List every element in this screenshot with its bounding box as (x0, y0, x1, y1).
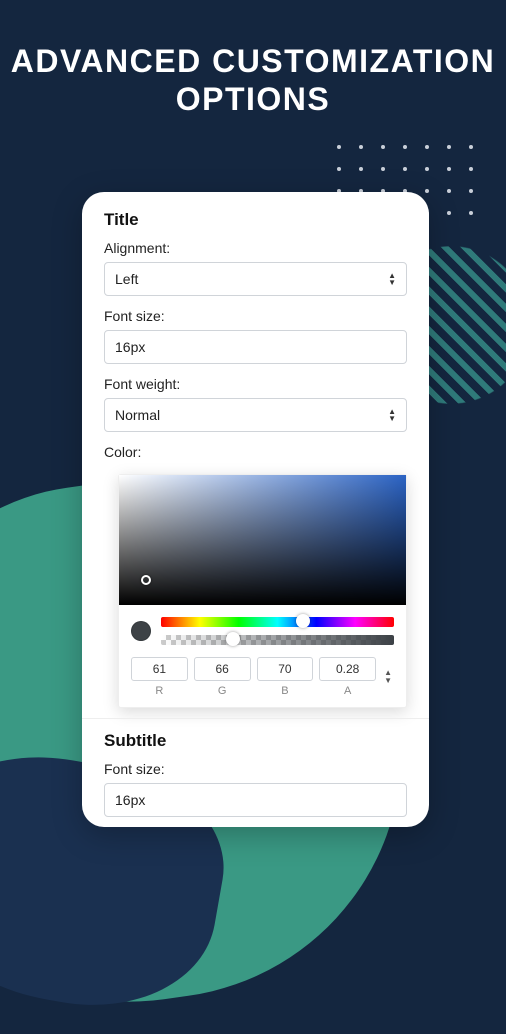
field-alignment: Alignment: Left ▲▼ (82, 240, 429, 308)
color-a-input[interactable] (319, 657, 376, 681)
hue-thumb[interactable] (296, 614, 310, 628)
section-divider (82, 718, 429, 719)
section-heading-title: Title (82, 210, 429, 240)
alpha-slider[interactable] (161, 635, 394, 645)
color-g-input[interactable] (194, 657, 251, 681)
section-heading-subtitle: Subtitle (82, 731, 429, 761)
field-font-weight: Font weight: Normal ▲▼ (82, 376, 429, 444)
subtitle-font-size-label: Font size: (104, 761, 407, 777)
chevron-up-down-icon: ▲▼ (388, 408, 396, 422)
font-weight-value: Normal (115, 407, 160, 423)
color-g-label: G (194, 685, 251, 697)
color-picker: R G B A ▲ ▼ (118, 474, 407, 708)
alignment-select[interactable]: Left ▲▼ (104, 262, 407, 296)
color-r-input[interactable] (131, 657, 188, 681)
color-mode-switch[interactable]: ▲ ▼ (382, 669, 394, 685)
hue-slider[interactable] (161, 617, 394, 627)
title-font-size-label: Font size: (104, 308, 407, 324)
color-saturation-area[interactable] (119, 475, 406, 605)
alpha-thumb[interactable] (226, 632, 240, 646)
color-b-input[interactable] (257, 657, 314, 681)
chevron-up-down-icon: ▲▼ (388, 272, 396, 286)
page-headline: ADVANCED CUSTOMIZATION OPTIONS (0, 0, 506, 119)
field-subtitle-font-size: Font size: (82, 761, 429, 827)
color-swatch-icon (131, 621, 151, 641)
color-a-label: A (319, 685, 376, 697)
alignment-label: Alignment: (104, 240, 407, 256)
font-weight-label: Font weight: (104, 376, 407, 392)
font-weight-select[interactable]: Normal ▲▼ (104, 398, 407, 432)
subtitle-font-size-input[interactable] (104, 783, 407, 817)
chevron-down-icon: ▼ (384, 677, 392, 685)
field-title-font-size: Font size: (82, 308, 429, 376)
color-label: Color: (104, 444, 407, 460)
color-b-label: B (257, 685, 314, 697)
color-cursor-icon[interactable] (141, 575, 151, 585)
color-r-label: R (131, 685, 188, 697)
alignment-value: Left (115, 271, 138, 287)
settings-card: Title Alignment: Left ▲▼ Font size: Font… (82, 192, 429, 827)
title-font-size-input[interactable] (104, 330, 407, 364)
field-color: Color: (82, 444, 429, 470)
